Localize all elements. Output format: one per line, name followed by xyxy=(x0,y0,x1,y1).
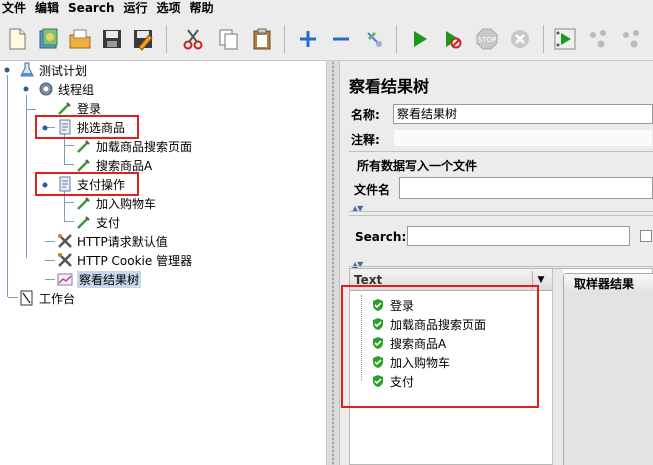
tree-node-load-search[interactable]: 加载商品搜索页面 xyxy=(75,137,192,155)
results-panel: Text ▼ 取样器结果 登录 加载商品搜索页面 搜索商品A 加入购物车 支付 xyxy=(341,268,653,465)
sampler-pipette-icon xyxy=(75,195,93,211)
tree-node-test-plan[interactable]: 测试计划 xyxy=(18,61,87,79)
menu-edit[interactable]: 编辑 xyxy=(33,0,66,16)
test-plan-tree: 测试计划 线程组 登录 挑选商品 加载商品搜索页面 搜索商品A 支付操作 加入购… xyxy=(0,61,326,465)
jmeter-window: 文件 编辑 Search 运行 选项 帮助 STOP 测试计划 线程组 登录 挑… xyxy=(0,0,653,465)
remote-start-icon[interactable] xyxy=(550,24,580,54)
svg-text:STOP: STOP xyxy=(478,36,496,44)
menu-bar: 文件 编辑 Search 运行 选项 帮助 xyxy=(0,0,653,16)
start-icon[interactable] xyxy=(404,24,434,54)
page-title: 察看结果树 xyxy=(349,77,430,96)
comment-field[interactable] xyxy=(393,129,653,147)
chart-icon xyxy=(56,271,74,287)
remote-exit-icon[interactable] xyxy=(617,24,647,54)
save-as-icon[interactable] xyxy=(128,24,158,54)
tools-icon xyxy=(56,252,74,268)
sampler-pipette-icon xyxy=(75,214,93,230)
search-input[interactable] xyxy=(407,226,630,246)
tools-icon xyxy=(56,233,74,249)
flask-icon xyxy=(18,62,36,78)
menu-run[interactable]: 运行 xyxy=(121,0,154,16)
save-icon[interactable] xyxy=(97,24,127,54)
collapse-toggle-icon[interactable] xyxy=(21,84,31,94)
toolbar: STOP xyxy=(0,17,653,61)
open-icon[interactable] xyxy=(65,24,95,54)
cut-icon[interactable] xyxy=(178,24,208,54)
gear-icon xyxy=(37,81,55,97)
sampler-pipette-icon xyxy=(56,100,74,116)
menu-file[interactable]: 文件 xyxy=(0,0,33,16)
filename-input[interactable] xyxy=(399,177,653,199)
sampler-pipette-icon xyxy=(75,138,93,154)
collapse-toggle-icon[interactable] xyxy=(2,65,12,75)
highlight-box xyxy=(35,172,139,196)
case-sensitive-checkbox[interactable] xyxy=(640,230,652,242)
toggle-icon[interactable] xyxy=(359,24,389,54)
menu-options[interactable]: 选项 xyxy=(155,0,188,16)
stop-icon[interactable]: STOP xyxy=(472,24,502,54)
tab-sampler-result[interactable]: 取样器结果 xyxy=(563,273,653,295)
tree-node-workbench[interactable]: 工作台 xyxy=(18,289,75,307)
paste-icon[interactable] xyxy=(247,24,277,54)
highlight-box xyxy=(35,115,139,139)
tree-node-cookie-manager[interactable]: HTTP Cookie 管理器 xyxy=(56,251,192,269)
tree-node-add-cart[interactable]: 加入购物车 xyxy=(75,194,156,212)
highlight-box xyxy=(341,285,539,408)
tree-node-thread-group[interactable]: 线程组 xyxy=(37,80,94,98)
new-icon[interactable] xyxy=(2,24,32,54)
templates-icon[interactable] xyxy=(34,24,64,54)
comment-label: 注释: xyxy=(351,133,380,147)
result-tree-panel: 察看结果树 名称: 察看结果树 注释: 所有数据写入一个文件 文件名 ▲▼ Se… xyxy=(340,61,653,465)
copy-icon[interactable] xyxy=(213,24,243,54)
workbench-icon xyxy=(18,290,36,306)
pane-splitter[interactable] xyxy=(326,61,340,465)
menu-search[interactable]: Search xyxy=(66,0,121,16)
filename-label: 文件名 xyxy=(354,183,391,197)
tree-node-result-tree[interactable]: 察看结果树 xyxy=(56,270,142,288)
expand-icon[interactable] xyxy=(293,24,323,54)
sampler-pipette-icon xyxy=(75,157,93,173)
search-label: Search: xyxy=(355,230,407,244)
tree-node-http-defaults[interactable]: HTTP请求默认值 xyxy=(56,232,168,250)
file-section-label: 所有数据写入一个文件 xyxy=(357,159,478,173)
shutdown-icon[interactable] xyxy=(505,24,535,54)
name-label: 名称: xyxy=(351,108,380,122)
menu-help[interactable]: 帮助 xyxy=(188,0,221,16)
collapse-icon[interactable] xyxy=(326,24,356,54)
start-no-pause-icon[interactable] xyxy=(437,24,467,54)
tree-node-pay[interactable]: 支付 xyxy=(75,213,120,231)
name-field[interactable]: 察看结果树 xyxy=(393,104,653,124)
remote-stop-icon[interactable] xyxy=(584,24,614,54)
